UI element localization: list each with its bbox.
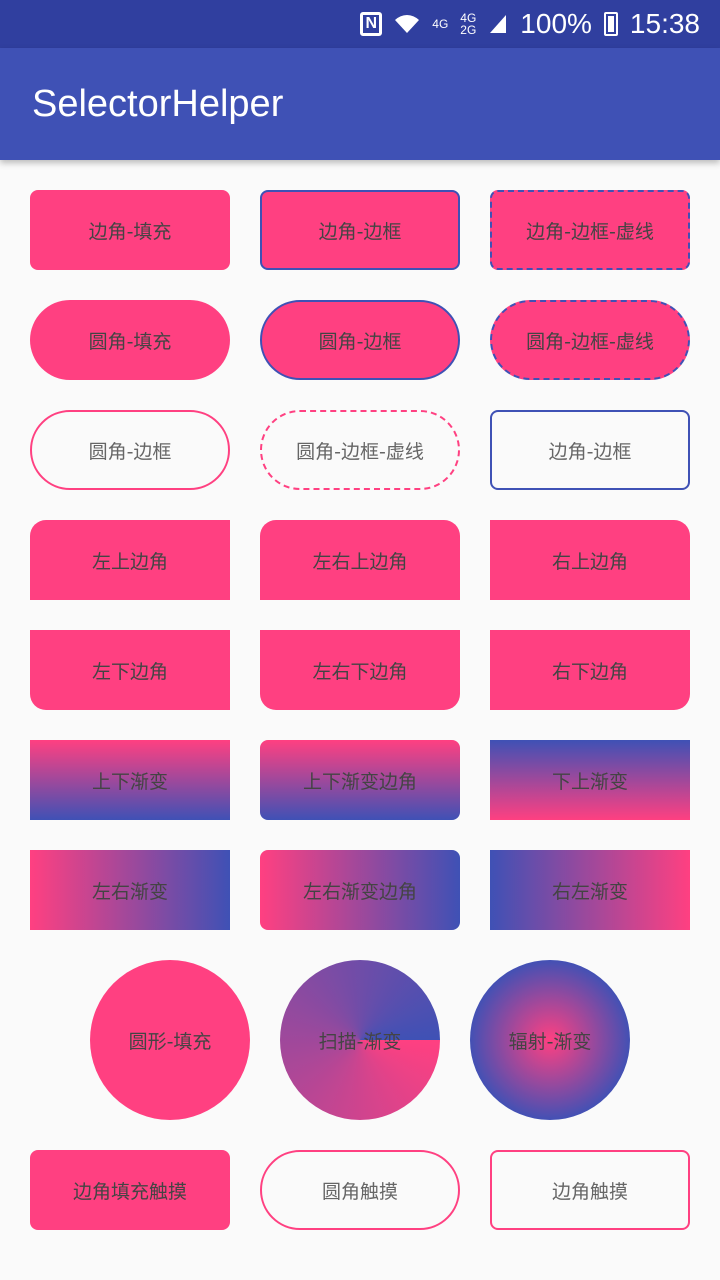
corner-outline-button[interactable]: 边角-边框 <box>490 410 690 490</box>
status-bar: N 4G 4G 2G 100% 15:38 <box>0 0 720 48</box>
round-touch-button[interactable]: 圆角触摸 <box>260 1150 460 1230</box>
sweep-gradient-button[interactable]: 扫描-渐变 <box>280 960 440 1120</box>
clock: 15:38 <box>629 8 700 39</box>
network-label-1: 4G <box>432 17 449 31</box>
top-corners-button[interactable]: 左右上边角 <box>260 520 460 600</box>
gradient-bottom-top-button[interactable]: 下上渐变 <box>490 740 690 820</box>
gradient-right-left-button[interactable]: 右左渐变 <box>490 850 690 930</box>
round-outline-button[interactable]: 圆角-边框 <box>30 410 230 490</box>
bottom-right-corner-button[interactable]: 右下边角 <box>490 630 690 710</box>
corner-dashed-button[interactable]: 边角-边框-虚线 <box>490 190 690 270</box>
circle-fill-button[interactable]: 圆形-填充 <box>90 960 250 1120</box>
corner-fill-touch-button[interactable]: 边角填充触摸 <box>30 1150 230 1230</box>
gradient-left-right-corner-button[interactable]: 左右渐变边角 <box>260 850 460 930</box>
network-label-stack: 4G 2G <box>460 12 476 36</box>
round-border-button[interactable]: 圆角-边框 <box>260 300 460 380</box>
wifi-icon <box>395 15 420 33</box>
network-label-2b: 2G <box>460 23 477 37</box>
app-bar: SelectorHelper <box>0 48 720 160</box>
top-left-corner-button[interactable]: 左上边角 <box>30 520 230 600</box>
top-right-corner-button[interactable]: 右上边角 <box>490 520 690 600</box>
radial-gradient-button[interactable]: 辐射-渐变 <box>470 960 630 1120</box>
gradient-left-right-button[interactable]: 左右渐变 <box>30 850 230 930</box>
nfc-icon: N <box>360 12 383 36</box>
signal-icon <box>490 15 507 33</box>
bottom-left-corner-button[interactable]: 左下边角 <box>30 630 230 710</box>
bottom-corners-button[interactable]: 左右下边角 <box>260 630 460 710</box>
round-dashed-outline-button[interactable]: 圆角-边框-虚线 <box>260 410 460 490</box>
corner-touch-button[interactable]: 边角触摸 <box>490 1150 690 1230</box>
gradient-top-bottom-button[interactable]: 上下渐变 <box>30 740 230 820</box>
battery-icon <box>603 12 618 36</box>
round-dashed-button[interactable]: 圆角-边框-虚线 <box>490 300 690 380</box>
corner-fill-button[interactable]: 边角-填充 <box>30 190 230 270</box>
round-fill-button[interactable]: 圆角-填充 <box>30 300 230 380</box>
gradient-top-bottom-corner-button[interactable]: 上下渐变边角 <box>260 740 460 820</box>
battery-percent: 100% <box>520 8 592 39</box>
corner-border-button[interactable]: 边角-边框 <box>260 190 460 270</box>
app-title: SelectorHelper <box>32 82 284 125</box>
